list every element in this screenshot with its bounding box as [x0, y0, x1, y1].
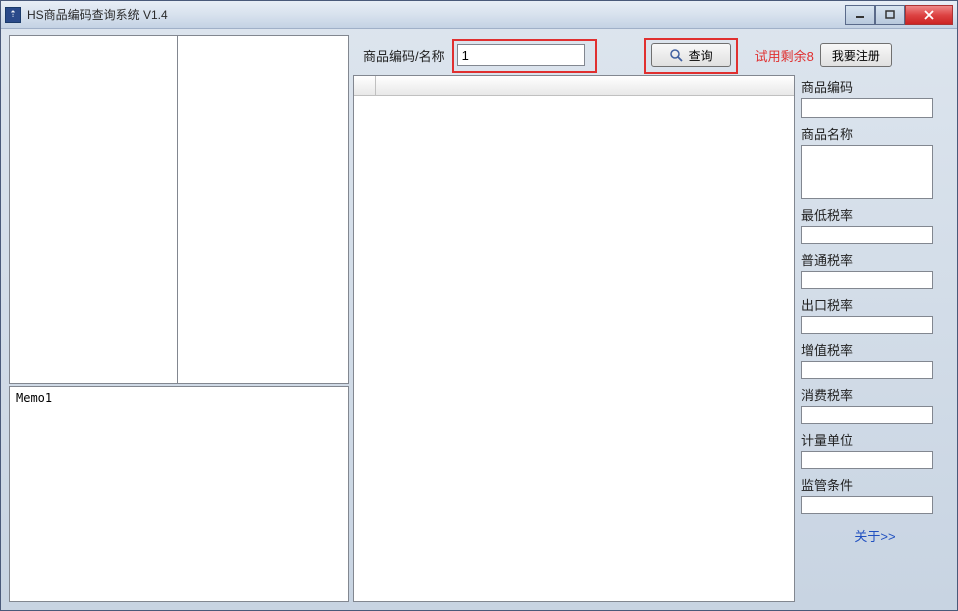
field-vat: 增值税率 [801, 340, 949, 379]
search-row: 商品编码/名称 查询 试用剩余8 我要注册 [353, 35, 949, 75]
register-button[interactable]: 我要注册 [820, 43, 892, 67]
search-label: 商品编码/名称 [363, 46, 445, 65]
input-export-tax[interactable] [801, 316, 933, 334]
tree-panel-1[interactable] [9, 35, 177, 384]
window-controls [845, 5, 953, 25]
field-product-code: 商品编码 [801, 77, 949, 118]
main-column: 商品编码/名称 查询 试用剩余8 我要注册 [353, 35, 949, 602]
input-product-code[interactable] [801, 98, 933, 118]
field-normal-tax: 普通税率 [801, 250, 949, 289]
minimize-button[interactable] [845, 5, 875, 25]
client-area: Memo1 商品编码/名称 查询 [1, 29, 957, 610]
input-min-tax[interactable] [801, 226, 933, 244]
field-unit: 计量单位 [801, 430, 949, 469]
input-product-name[interactable] [801, 145, 933, 199]
grid-header [354, 76, 794, 96]
search-input[interactable] [457, 44, 585, 66]
field-supervision: 监管条件 [801, 475, 949, 514]
titlebar[interactable]: ⇡ HS商品编码查询系统 V1.4 [1, 1, 957, 29]
search-input-wrap [453, 40, 589, 70]
query-button-label: 查询 [689, 47, 713, 64]
trial-remaining-text: 试用剩余8 [755, 46, 814, 65]
maximize-button[interactable] [875, 5, 905, 25]
input-normal-tax[interactable] [801, 271, 933, 289]
field-export-tax: 出口税率 [801, 295, 949, 334]
query-button[interactable]: 查询 [651, 43, 731, 67]
search-icon [669, 48, 683, 62]
input-consumption-tax[interactable] [801, 406, 933, 424]
tree-panel-2[interactable] [177, 35, 349, 384]
input-vat[interactable] [801, 361, 933, 379]
input-supervision[interactable] [801, 496, 933, 514]
field-product-name: 商品名称 [801, 124, 949, 199]
grid-header-rowselector[interactable] [354, 76, 376, 95]
detail-panel: 商品编码 商品名称 最低税率 普通税率 [801, 75, 949, 602]
close-button[interactable] [905, 5, 953, 25]
input-unit[interactable] [801, 451, 933, 469]
field-min-tax: 最低税率 [801, 205, 949, 244]
content-row: 商品编码 商品名称 最低税率 普通税率 [353, 75, 949, 602]
field-consumption-tax: 消费税率 [801, 385, 949, 424]
grid-header-col1[interactable] [376, 76, 794, 95]
results-grid[interactable] [353, 75, 795, 602]
left-column: Memo1 [9, 35, 349, 602]
query-button-wrap: 查询 [645, 39, 737, 71]
memo-panel[interactable]: Memo1 [9, 386, 349, 602]
about-link[interactable]: 关于>> [801, 526, 949, 545]
window-title: HS商品编码查询系统 V1.4 [27, 6, 845, 23]
memo-text: Memo1 [16, 391, 52, 405]
app-window: ⇡ HS商品编码查询系统 V1.4 Memo1 商 [0, 0, 958, 611]
app-icon: ⇡ [5, 7, 21, 23]
